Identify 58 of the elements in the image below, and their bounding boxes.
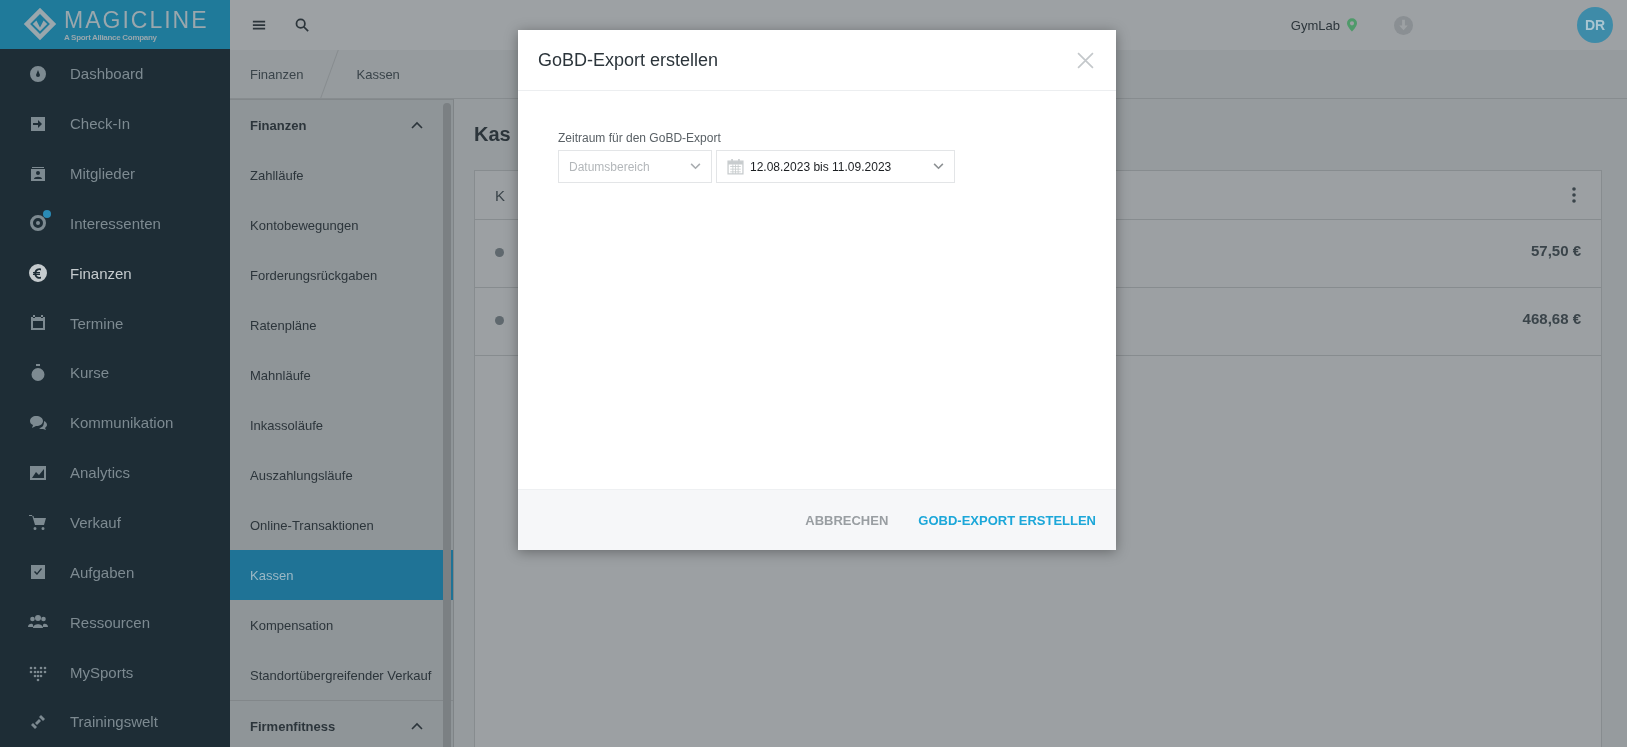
user-avatar[interactable]: DR [1577, 7, 1613, 43]
cart-icon [28, 512, 48, 533]
subnav-item[interactable]: Mahnläufe [230, 350, 453, 400]
brand-tagline: A Sport Alliance Company [64, 32, 158, 42]
nav-item[interactable]: MySports [0, 647, 230, 698]
subnav-item[interactable]: Standortübergreifender Verkauf [230, 650, 453, 700]
subnav-item[interactable]: Zahlläufe [230, 150, 453, 200]
subnav-item[interactable]: Kontobewegungen [230, 200, 453, 250]
diamond-logo-icon [22, 6, 58, 43]
nav-item[interactable]: Kommunikation [0, 397, 230, 448]
nav-item[interactable]: Interessenten [0, 198, 230, 249]
subnav-item[interactable]: Kassen [230, 550, 453, 600]
chevron-up-icon [411, 722, 423, 730]
dialog-title: GoBD-Export erstellen [538, 49, 719, 71]
nav-item[interactable]: Check-In [0, 98, 230, 149]
subnav-item[interactable]: Online-Transaktionen [230, 500, 453, 550]
calendar-icon [727, 158, 744, 175]
location-label[interactable]: GymLab [1290, 17, 1340, 33]
breadcrumb-link[interactable]: Kassen [356, 66, 400, 82]
brand-name: MAGICLINE [64, 6, 209, 33]
amount: 57,50 € [1530, 242, 1581, 259]
subnav-item[interactable]: Inkassoläufe [230, 400, 453, 450]
nav-item[interactable]: Analytics [0, 447, 230, 498]
euro-icon [28, 263, 48, 284]
leads-icon [28, 213, 48, 234]
subnav-item[interactable]: Auszahlungsläufe [230, 450, 453, 500]
date-range-dropdown[interactable]: 12.08.2023 bis 11.09.2023 [716, 150, 955, 183]
page-heading: Kas [474, 123, 511, 146]
chevron-down-icon [933, 163, 944, 170]
nav-item[interactable]: Dashboard [0, 48, 230, 99]
location-pin-icon [1347, 18, 1357, 32]
chevron-up-icon [411, 121, 423, 129]
search-icon[interactable] [295, 18, 309, 32]
nav-item[interactable]: Mitglieder [0, 148, 230, 199]
chevron-down-icon [690, 163, 701, 170]
amount: 468,68 € [1522, 310, 1581, 327]
subnav-item[interactable]: Kompensation [230, 600, 453, 650]
breadcrumb-link[interactable]: Finanzen [250, 66, 304, 82]
nav-item[interactable]: Aufgaben [0, 547, 230, 598]
scrollbar[interactable] [443, 103, 451, 747]
subnav-item[interactable]: Forderungsrückgaben [230, 250, 453, 300]
dashboard-icon [28, 63, 48, 84]
nav-item[interactable]: Finanzen [0, 248, 230, 299]
nav-item[interactable]: Verkauf [0, 497, 230, 548]
range-type-dropdown[interactable]: Datumsbereich [558, 150, 712, 183]
nav-item[interactable]: Trainingswelt [0, 697, 230, 747]
cancel-button[interactable]: ABBRECHEN [805, 506, 889, 534]
more-icon[interactable] [1572, 187, 1576, 203]
status-dot [495, 248, 504, 257]
menu-icon[interactable] [252, 18, 266, 32]
subnav-item[interactable]: Ratenpläne [230, 300, 453, 350]
nav-item[interactable]: Ressourcen [0, 597, 230, 648]
confirm-button[interactable]: GOBD-EXPORT ERSTELLEN [918, 506, 1096, 534]
field-label: Zeitraum für den GoBD-Export [558, 131, 722, 145]
card-header: K [495, 186, 505, 204]
nav-item[interactable]: Termine [0, 298, 230, 349]
status-dot [495, 316, 504, 325]
nav-item[interactable]: Kurse [0, 348, 230, 398]
